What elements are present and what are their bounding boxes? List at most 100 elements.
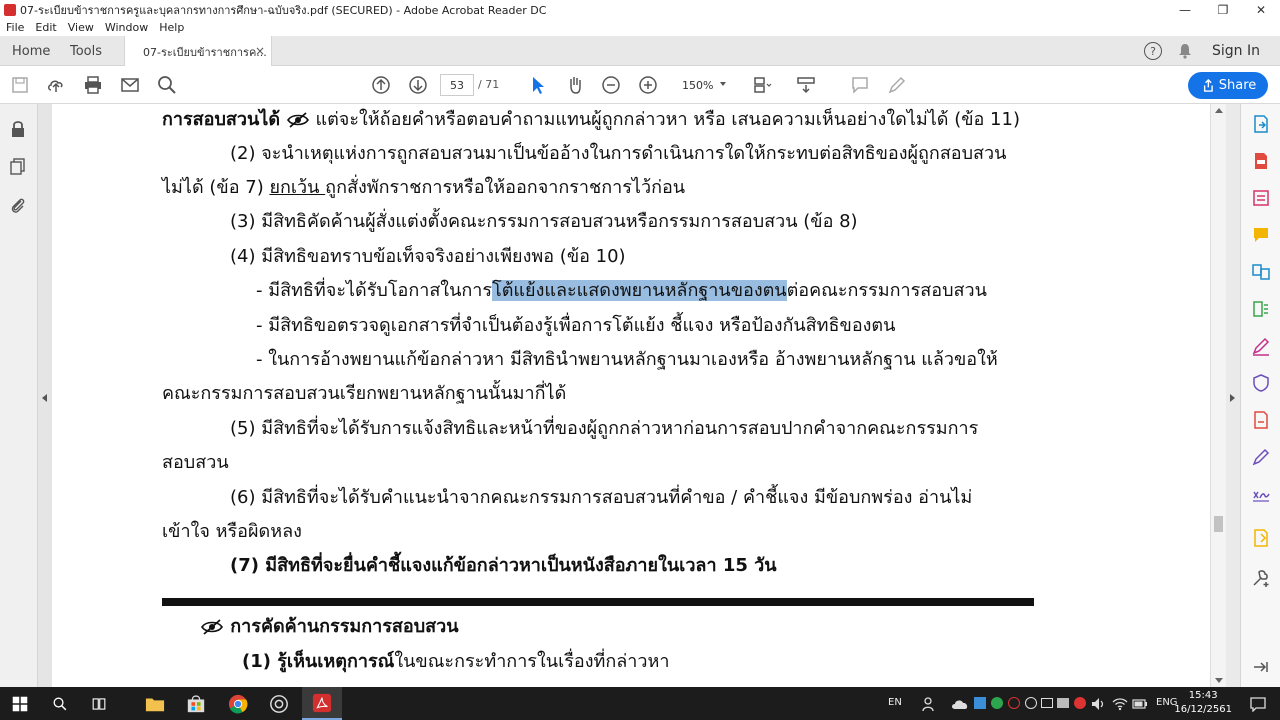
page-layout-icon[interactable]	[752, 75, 772, 95]
protect-shield-icon[interactable]	[1251, 373, 1271, 393]
acrobat-taskbar-icon	[312, 693, 332, 713]
sign-in-link[interactable]: Sign In	[1212, 43, 1260, 59]
close-window-button[interactable]: ✕	[1242, 0, 1280, 19]
people-icon[interactable]	[922, 696, 938, 712]
comment-icon[interactable]	[850, 75, 870, 95]
combine-files-icon[interactable]	[1251, 262, 1271, 282]
doc-line-6: - มีสิทธิที่จะได้รับโอกาสในการโต้แย้งและ…	[256, 278, 987, 304]
chrome-icon[interactable]	[227, 693, 249, 715]
taskbar-search-icon[interactable]	[49, 693, 71, 715]
windows-start-icon[interactable]	[9, 693, 31, 715]
pen-icon[interactable]	[887, 75, 907, 95]
battery-icon[interactable]	[1132, 698, 1148, 710]
store-icon[interactable]	[185, 693, 207, 715]
eye-slash-icon	[286, 112, 309, 128]
tray-app-icon-1[interactable]	[974, 697, 986, 709]
lock-icon[interactable]	[9, 120, 27, 138]
page-thumbnails-icon[interactable]	[9, 158, 27, 176]
zoom-dropdown[interactable]: 150%	[672, 74, 732, 96]
fill-form-pen-icon[interactable]	[1251, 447, 1271, 467]
doc-line-6-a: - มีสิทธิที่จะได้รับโอกาสในการ	[256, 280, 493, 301]
doc-line-5: (4) มีสิทธิขอทราบข้อเท็จจริงอย่างเพียงพอ…	[230, 246, 626, 267]
file-explorer-icon[interactable]	[144, 693, 166, 715]
page-number-input[interactable]: 53	[440, 74, 474, 96]
clock-date: 16/12/2561	[1174, 704, 1232, 715]
doc-line-16-rest: ในขณะกระทำการในเรื่องที่กล่าวหา	[394, 651, 670, 672]
tab-close-icon[interactable]: ×	[255, 44, 265, 58]
tray-app-icon-2[interactable]	[991, 697, 1003, 709]
menu-file[interactable]: File	[6, 21, 24, 34]
bell-icon[interactable]	[1178, 43, 1192, 59]
screen-capture-app-icon[interactable]	[268, 693, 290, 715]
menu-window[interactable]: Window	[105, 21, 148, 34]
scroll-down-icon[interactable]	[1215, 678, 1223, 683]
doc-line-1: การสอบสวนได้ แต่จะให้ถ้อยคำหรือตอบคำถามแ…	[162, 107, 1020, 133]
tab-document-label: 07-ระเบียบข้าราชการค...	[143, 45, 267, 59]
doc-line-3-underline: ยกเว้น	[269, 177, 326, 198]
attachment-icon[interactable]	[9, 196, 27, 214]
tray-app-icon-4[interactable]	[1025, 697, 1037, 709]
email-icon[interactable]	[120, 75, 140, 95]
wifi-icon[interactable]	[1112, 696, 1128, 712]
tray-app-icon-5[interactable]	[1041, 698, 1053, 708]
upload-cloud-icon[interactable]	[46, 75, 66, 95]
more-tools-icon[interactable]	[1251, 568, 1271, 588]
zoom-in-icon[interactable]	[638, 75, 658, 95]
input-language-short[interactable]: EN	[888, 697, 902, 708]
export-pdf-icon[interactable]	[1251, 114, 1271, 134]
minimize-button[interactable]: —	[1166, 0, 1204, 19]
menu-edit[interactable]: Edit	[35, 21, 56, 34]
share-icon	[1203, 79, 1213, 92]
doc-line-16: (1) รู้เห็นเหตุการณ์ในขณะกระทำการในเรื่อ…	[242, 649, 669, 675]
tab-home[interactable]: Home	[12, 36, 50, 66]
previous-page-icon[interactable]	[371, 75, 391, 95]
edit-pdf-icon[interactable]	[1251, 188, 1271, 208]
clock-time: 15:43	[1188, 690, 1218, 701]
print-icon[interactable]	[83, 75, 103, 95]
task-view-icon[interactable]	[88, 693, 110, 715]
help-icon[interactable]: ?	[1144, 42, 1162, 60]
eye-slash-icon	[201, 619, 223, 635]
volume-icon[interactable]	[1090, 696, 1106, 712]
send-for-review-icon[interactable]	[1251, 528, 1271, 548]
notification-center-icon[interactable]	[1250, 696, 1266, 712]
select-cursor-icon[interactable]	[528, 75, 548, 95]
left-panel-toggle[interactable]	[38, 104, 52, 687]
scroll-up-icon[interactable]	[1215, 108, 1223, 113]
vertical-scrollbar[interactable]	[1210, 104, 1226, 687]
zoom-out-icon[interactable]	[601, 75, 621, 95]
organize-pages-icon[interactable]	[1251, 299, 1271, 319]
next-page-icon[interactable]	[408, 75, 428, 95]
system-clock[interactable]: 15:43 16/12/2561	[1174, 689, 1232, 717]
menu-view[interactable]: View	[68, 21, 94, 34]
taskbar-acrobat-active[interactable]	[302, 687, 342, 720]
menu-help[interactable]: Help	[159, 21, 184, 34]
share-label: Share	[1218, 78, 1257, 93]
toolbar: 53 / 71 150% Share	[0, 66, 1280, 104]
scroll-mode-icon[interactable]	[796, 75, 816, 95]
search-icon[interactable]	[157, 75, 177, 95]
right-panel-toggle[interactable]	[1226, 104, 1240, 687]
signature-icon[interactable]	[1251, 484, 1271, 504]
doc-line-3-b: ถูกสั่งพักราชการหรือให้ออกจากราชการไว้ก่…	[325, 177, 686, 198]
acrobat-window: 07-ระเบียบข้าราชการครูและบุคลากรทางการศึ…	[0, 0, 1280, 720]
tray-security-icon[interactable]	[1074, 697, 1086, 709]
share-button[interactable]: Share	[1188, 72, 1268, 99]
tray-keyboard-icon[interactable]	[1057, 698, 1069, 708]
doc-line-4: (3) มีสิทธิคัดค้านผู้สั่งแต่งตั้งคณะกรรม…	[230, 211, 858, 232]
scrollbar-thumb[interactable]	[1214, 516, 1223, 532]
onedrive-cloud-icon[interactable]	[951, 696, 969, 712]
hand-tool-icon[interactable]	[565, 75, 585, 95]
tray-app-icon-3[interactable]	[1008, 697, 1020, 709]
collapse-panel-icon[interactable]	[1251, 657, 1271, 677]
tab-tools[interactable]: Tools	[70, 36, 102, 66]
maximize-button[interactable]: ❐	[1204, 0, 1242, 19]
tab-document[interactable]: 07-ระเบียบข้าราชการค... ×	[124, 36, 272, 67]
fill-sign-icon[interactable]	[1251, 336, 1271, 356]
comment-tool-icon[interactable]	[1251, 225, 1271, 245]
optimize-pdf-icon[interactable]	[1251, 410, 1271, 430]
create-pdf-icon[interactable]	[1251, 151, 1271, 171]
save-icon[interactable]	[10, 75, 30, 95]
chevron-left-icon	[42, 394, 47, 402]
selected-text-highlight[interactable]: โต้แย้งและแสดงพยานหลักฐานของตน	[492, 280, 787, 301]
